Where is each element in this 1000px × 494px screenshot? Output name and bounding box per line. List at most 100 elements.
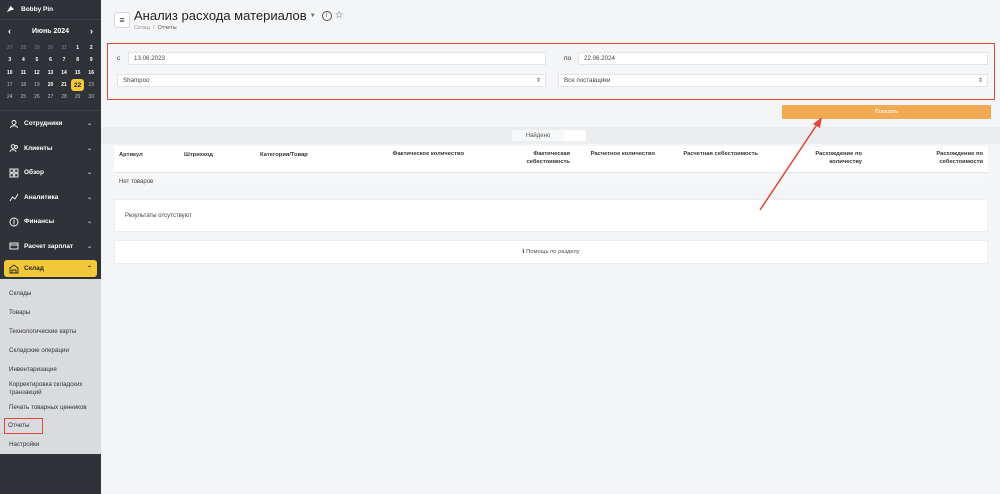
- sidebar-item-warehouse[interactable]: Склад ⌃: [4, 260, 97, 278]
- calendar-day[interactable]: 17: [3, 79, 17, 91]
- filters-panel: с 13.06.2023 по 22.06.2024 Shampoo ⇕ Все…: [107, 43, 995, 100]
- submenu-item[interactable]: Технологические карты: [0, 322, 101, 341]
- sidebar: Bobby Pin ‹ Июнь 2024 › 27 28 29 30 31 1 2 3 4 5 6…: [0, 0, 101, 494]
- calendar-day[interactable]: 29: [71, 91, 85, 103]
- calendar-day[interactable]: 15: [71, 67, 85, 79]
- found-label: Найдено: [512, 130, 564, 141]
- column-header[interactable]: Штрихкод: [184, 152, 213, 160]
- submenu-item[interactable]: Отчеты: [4, 418, 43, 435]
- calendar-day[interactable]: 29: [30, 42, 44, 54]
- help-link[interactable]: ℹ Помощь по разделу: [114, 240, 988, 264]
- chevron-down-icon: ⌄: [86, 194, 92, 201]
- calendar-day[interactable]: 30: [44, 42, 58, 54]
- column-header[interactable]: Расчетное количество: [575, 151, 655, 159]
- calendar-day[interactable]: 25: [17, 91, 31, 103]
- breadcrumb: Склад / Отчеты: [134, 25, 177, 31]
- column-header[interactable]: Расхождение по количеству: [782, 151, 862, 166]
- warehouse-submenu: Склады Товары Технологические карты Складск…: [0, 279, 101, 455]
- report-table: Артикул Штрихкод Категория/Товар Фактическо…: [114, 146, 988, 190]
- found-bar: Найдено: [101, 127, 1000, 144]
- calendar-day[interactable]: 6: [44, 54, 58, 66]
- show-button[interactable]: Показать: [782, 105, 991, 119]
- calendar-day[interactable]: 31: [57, 42, 71, 54]
- product-select[interactable]: Shampoo ⇕: [117, 74, 546, 87]
- sidebar-item-label: Расчет зарплат: [24, 242, 74, 250]
- calendar-grid: 27 28 29 30 31 1 2 3 4 5 6 7 8 9 10 11 12 13 14 15 16 17 18 19 2…: [0, 42, 101, 103]
- calendar-day[interactable]: 28: [57, 91, 71, 103]
- calendar-day[interactable]: 24: [3, 91, 17, 103]
- sidebar-item-clients[interactable]: Клиенты ⌄: [0, 136, 101, 161]
- calendar-day[interactable]: 3: [3, 54, 17, 66]
- calendar-month: Июнь 2024: [31, 27, 70, 35]
- date-to-label: по: [564, 55, 572, 62]
- column-header[interactable]: Фактическая себестоимость: [490, 151, 571, 166]
- submenu-item[interactable]: Товары: [0, 303, 101, 322]
- calendar-day[interactable]: 8: [71, 54, 85, 66]
- calendar-header: ‹ Июнь 2024 ›: [0, 20, 101, 42]
- calendar-day[interactable]: 2: [84, 42, 98, 54]
- submenu-item[interactable]: Корректировка складских транзакций: [0, 379, 101, 398]
- column-header[interactable]: Расчетная себестоимость: [678, 151, 758, 159]
- star-icon[interactable]: ☆: [335, 10, 344, 21]
- page-title-text: Анализ расхода материалов: [134, 8, 307, 23]
- submenu-item[interactable]: Инвентаризация: [0, 360, 101, 379]
- breadcrumb-warehouse[interactable]: Склад: [134, 25, 150, 31]
- calendar-day[interactable]: 22: [70, 78, 85, 92]
- column-header[interactable]: Категория/Товар: [260, 152, 308, 160]
- sidebar-item-chart[interactable]: Аналитика ⌄: [0, 185, 101, 210]
- calendar-day[interactable]: 23: [84, 79, 98, 91]
- calendar-prev-button[interactable]: ‹: [8, 26, 11, 36]
- coin-icon: [9, 217, 19, 227]
- salary-icon: [9, 242, 19, 250]
- calendar-day[interactable]: 16: [84, 67, 98, 79]
- calendar-day[interactable]: 10: [3, 67, 17, 79]
- date-to-input[interactable]: 22.06.2024: [578, 52, 988, 65]
- calendar-day[interactable]: 14: [57, 67, 71, 79]
- calendar-day[interactable]: 28: [17, 42, 31, 54]
- submenu-item[interactable]: Склады: [0, 284, 101, 303]
- calendar-day[interactable]: 13: [44, 67, 58, 79]
- sidebar-item-label: Сотрудники: [24, 120, 63, 128]
- hamburger-icon: ≡: [119, 15, 125, 25]
- date-from-input[interactable]: 13.06.2023: [128, 52, 546, 65]
- calendar-next-button[interactable]: ›: [90, 26, 93, 36]
- submenu-item[interactable]: Печать товарных ценников: [0, 398, 101, 417]
- breadcrumb-separator: /: [152, 25, 155, 31]
- chevron-down-icon[interactable]: ▼: [310, 13, 316, 19]
- sidebar-item-salary[interactable]: Расчет зарплат ⌄: [0, 234, 101, 259]
- supplier-select[interactable]: Все поставщики ⇕: [558, 74, 988, 87]
- calendar-day[interactable]: 26: [30, 91, 44, 103]
- sidebar-item-label: Финансы: [24, 218, 55, 226]
- column-header[interactable]: Артикул: [119, 152, 143, 160]
- calendar-day[interactable]: 11: [17, 67, 31, 79]
- breadcrumb-reports: Отчеты: [157, 25, 177, 31]
- calendar-day[interactable]: 30: [84, 91, 98, 103]
- calendar-day[interactable]: 9: [84, 54, 98, 66]
- chevron-down-icon: ⌄: [86, 170, 92, 177]
- calendar-day[interactable]: 19: [30, 79, 44, 91]
- menu-toggle-button[interactable]: ≡: [114, 12, 130, 28]
- calendar-day[interactable]: 7: [57, 54, 71, 66]
- column-header[interactable]: Расхождение по себестоимости: [903, 151, 983, 166]
- calendar-day[interactable]: 4: [17, 54, 31, 66]
- column-header[interactable]: Фактическое количество: [384, 151, 464, 159]
- calendar-day[interactable]: 27: [3, 42, 17, 54]
- grid-icon: [9, 168, 19, 178]
- sidebar-item-users[interactable]: Сотрудники ⌄: [0, 111, 101, 136]
- sidebar-item-grid[interactable]: Обзор ⌄: [0, 160, 101, 185]
- calendar-day[interactable]: 18: [17, 79, 31, 91]
- calendar-day[interactable]: 12: [30, 67, 44, 79]
- calendar-day[interactable]: 20: [44, 79, 58, 91]
- calendar-day[interactable]: 5: [30, 54, 44, 66]
- brand[interactable]: Bobby Pin: [0, 0, 101, 20]
- table-row-empty: Нет товаров: [114, 173, 988, 190]
- info-icon[interactable]: i: [321, 10, 332, 21]
- calendar-day[interactable]: 21: [57, 79, 71, 91]
- chevron-down-icon: ⌄: [86, 121, 92, 128]
- product-select-value: Shampoo: [123, 77, 150, 84]
- submenu-item[interactable]: Настройки: [0, 435, 101, 454]
- calendar-day[interactable]: 27: [44, 91, 58, 103]
- sidebar-item-coin[interactable]: Финансы ⌄: [0, 209, 101, 234]
- submenu-item[interactable]: Складские операции: [0, 341, 101, 360]
- calendar-day[interactable]: 1: [71, 42, 85, 54]
